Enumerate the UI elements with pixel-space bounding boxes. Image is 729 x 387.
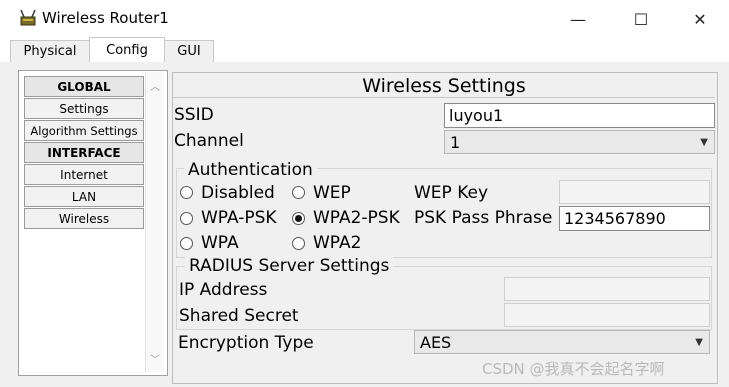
radio-wpa-label: WPA <box>201 233 239 253</box>
radio-wpa2[interactable] <box>292 237 305 250</box>
channel-value: 1 <box>450 132 461 152</box>
sidebar-item-settings[interactable]: Settings <box>24 98 144 119</box>
authentication-legend: Authentication <box>184 160 317 180</box>
channel-label: Channel <box>174 131 244 151</box>
shared-secret-input[interactable] <box>504 303 710 327</box>
router-app-icon <box>20 9 36 26</box>
radio-disabled[interactable] <box>180 186 193 199</box>
scroll-up-icon[interactable]: ︿ <box>146 78 164 93</box>
channel-select[interactable]: 1 ▼ <box>444 130 715 154</box>
sidebar-scrollbar[interactable]: ︿ ﹀ <box>145 72 164 372</box>
radio-wep-label: WEP <box>313 183 351 203</box>
scroll-down-icon[interactable]: ﹀ <box>146 351 164 366</box>
radio-wep[interactable] <box>292 186 305 199</box>
close-button[interactable]: ✕ <box>677 6 723 32</box>
ip-address-label: IP Address <box>179 280 268 300</box>
radio-wpa[interactable] <box>180 237 193 250</box>
minimize-button[interactable]: — <box>555 6 601 32</box>
encryption-type-label: Encryption Type <box>178 333 314 353</box>
radio-wpa-psk-label: WPA-PSK <box>201 208 277 228</box>
sidebar-item-wireless[interactable]: Wireless <box>24 208 144 229</box>
maximize-button[interactable]: ☐ <box>618 6 664 32</box>
shared-secret-label: Shared Secret <box>179 306 299 326</box>
tab-config[interactable]: Config <box>89 37 165 63</box>
tab-gui[interactable]: GUI <box>164 40 214 62</box>
page-title: Wireless Settings <box>173 74 715 98</box>
radio-wpa2-label: WPA2 <box>313 233 362 253</box>
sidebar-header-interface: INTERFACE <box>24 142 144 163</box>
chevron-down-icon: ▼ <box>695 336 703 348</box>
encryption-type-value: AES <box>420 332 452 352</box>
radio-wpa2-psk[interactable] <box>292 212 305 225</box>
ssid-label: SSID <box>174 105 214 125</box>
radio-disabled-label: Disabled <box>201 183 275 203</box>
psk-pass-phrase-input[interactable]: 1234567890 <box>559 206 710 231</box>
sidebar-item-internet[interactable]: Internet <box>24 164 144 185</box>
wep-key-input[interactable] <box>559 180 710 204</box>
radio-wpa2-psk-label: WPA2-PSK <box>313 208 400 228</box>
ssid-input[interactable]: luyou1 <box>444 103 715 128</box>
tab-physical[interactable]: Physical <box>10 40 90 62</box>
window-title: Wireless Router1 <box>42 9 169 27</box>
sidebar-header-global: GLOBAL <box>24 76 144 97</box>
wep-key-label: WEP Key <box>414 183 489 203</box>
chevron-down-icon: ▼ <box>700 136 708 148</box>
sidebar-item-lan[interactable]: LAN <box>24 186 144 207</box>
encryption-type-select[interactable]: AES ▼ <box>414 330 710 354</box>
ip-address-input[interactable] <box>504 277 710 301</box>
radius-legend: RADIUS Server Settings <box>185 256 394 276</box>
sidebar-item-algorithm-settings[interactable]: Algorithm Settings <box>24 120 144 141</box>
psk-pass-phrase-label: PSK Pass Phrase <box>414 208 553 228</box>
radio-wpa-psk[interactable] <box>180 212 193 225</box>
watermark: CSDN @我真不会起名字啊 <box>482 360 665 378</box>
